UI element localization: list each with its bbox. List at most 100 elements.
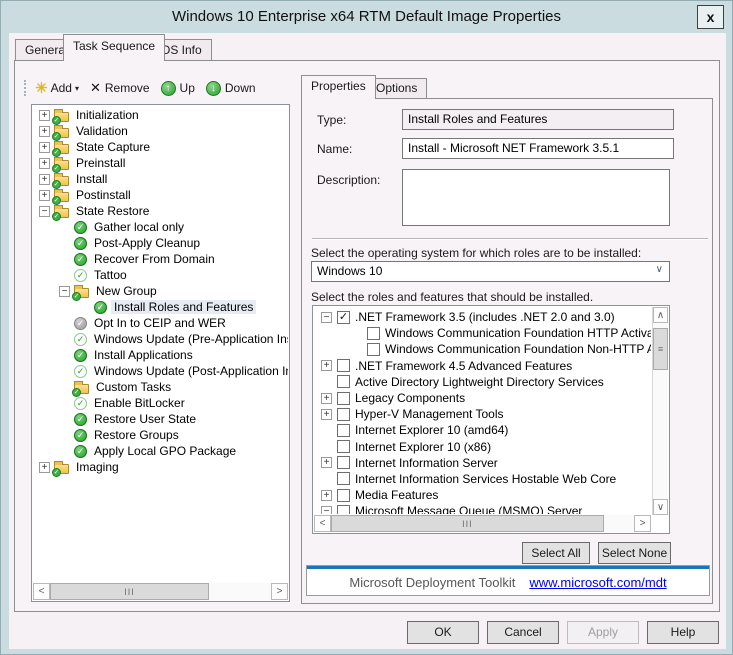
roles-list-item[interactable]: Windows Communication Foundation HTTP Ac… [314,325,651,341]
roles-list-item[interactable]: −✓.NET Framework 3.5 (includes .NET 2.0 … [314,309,651,325]
roles-vscroll-thumb[interactable]: ≡ [653,328,668,370]
checkbox-unchecked[interactable] [337,424,350,437]
select-none-button[interactable]: Select None [598,542,671,564]
checkbox-unchecked[interactable] [337,456,350,469]
tree-item[interactable]: ✓Windows Update (Pre-Application Install… [33,331,288,347]
down-button[interactable]: ↓ Down [206,81,256,96]
checkbox-unchecked[interactable] [337,440,350,453]
section-divider [312,238,708,240]
tree-item[interactable]: ✓Gather local only [33,219,288,235]
tree-item[interactable]: +✓Initialization [33,107,288,123]
roles-scroll-thumb[interactable]: III [331,515,604,532]
checkbox-checked[interactable]: ✓ [337,311,350,324]
tree-item[interactable]: ✓Tattoo [33,267,288,283]
roles-list-item[interactable]: +.NET Framework 4.5 Advanced Features [314,358,651,374]
checkbox-unchecked[interactable] [337,359,350,372]
tree-toolbar: ✳ Add ▾ ✕ Remove ↑ Up ↓ Down [24,75,296,101]
roles-list-item[interactable]: Internet Information Services Hostable W… [314,471,651,487]
expand-icon[interactable]: + [321,360,332,371]
remove-button[interactable]: ✕ Remove [90,80,150,96]
tree-item[interactable]: ✓Install Applications [33,347,288,363]
expand-icon[interactable]: + [39,110,50,121]
checkbox-unchecked[interactable] [337,505,350,514]
roles-list-item[interactable]: Internet Explorer 10 (x86) [314,439,651,455]
select-all-button[interactable]: Select All [522,542,590,564]
tree-item-label: Gather local only [91,220,187,234]
name-field[interactable]: Install - Microsoft NET Framework 3.5.1 [402,138,674,159]
help-button[interactable]: Help [647,621,719,644]
scroll-down-icon[interactable]: ∨ [653,499,668,515]
tree-item[interactable]: ✓Recover From Domain [33,251,288,267]
checkbox-unchecked[interactable] [337,408,350,421]
expand-icon[interactable]: + [321,490,332,501]
tree-item[interactable]: ✓Windows Update (Post-Application Instal… [33,363,288,379]
tree-item[interactable]: −✓State Restore [33,203,288,219]
tree-item[interactable]: ✓Enable BitLocker [33,395,288,411]
collapse-icon[interactable]: − [321,506,332,514]
tree-item[interactable]: +✓Validation [33,123,288,139]
roles-scroll-track[interactable]: III [331,515,634,532]
tab-task-sequence[interactable]: Task Sequence [63,34,165,61]
tree-scroll-thumb[interactable]: III [50,583,209,600]
tree-item[interactable]: +✓Postinstall [33,187,288,203]
tree-item[interactable]: ✓Restore Groups [33,427,288,443]
roles-list-item[interactable]: +Internet Information Server [314,455,651,471]
mdt-link[interactable]: www.microsoft.com/mdt [529,575,666,590]
os-select-dropdown[interactable]: Windows 10 ∨ [311,261,670,282]
scroll-left-icon[interactable]: < [33,583,50,600]
tree-item[interactable]: ✓Restore User State [33,411,288,427]
collapse-icon[interactable]: − [59,286,70,297]
cancel-button[interactable]: Cancel [487,621,559,644]
scroll-right-icon[interactable]: > [634,515,651,532]
scroll-up-icon[interactable]: ∧ [653,307,668,323]
tree-item[interactable]: ✓Post-Apply Cleanup [33,235,288,251]
expand-icon[interactable]: + [39,158,50,169]
roles-list-item[interactable]: +Legacy Components [314,390,651,406]
roles-list-item[interactable]: +Hyper-V Management Tools [314,406,651,422]
tree-item[interactable]: ✓Custom Tasks [33,379,288,395]
tree-item[interactable]: +✓Imaging [33,459,288,475]
expand-icon[interactable]: + [321,457,332,468]
tree-horizontal-scrollbar[interactable]: < III > [33,583,288,600]
tree-item[interactable]: ✓Install Roles and Features [33,299,288,315]
collapse-icon[interactable]: − [321,312,332,323]
scroll-left-icon[interactable]: < [314,515,331,532]
add-button[interactable]: ✳ Add ▾ [35,79,79,97]
expand-icon[interactable]: + [39,142,50,153]
roles-list-item[interactable]: Internet Explorer 10 (amd64) [314,422,651,438]
checkbox-unchecked[interactable] [337,472,350,485]
checkbox-unchecked[interactable] [337,489,350,502]
roles-list-item[interactable]: Active Directory Lightweight Directory S… [314,374,651,390]
type-field: Install Roles and Features [402,109,674,130]
description-field[interactable] [402,169,670,226]
expand-icon[interactable]: + [321,409,332,420]
add-dropdown-icon[interactable]: ▾ [75,84,79,93]
tab-properties[interactable]: Properties [301,75,376,99]
scroll-right-icon[interactable]: > [271,583,288,600]
up-button[interactable]: ↑ Up [161,81,195,96]
tree-item[interactable]: +✓State Capture [33,139,288,155]
roles-list-item[interactable]: Windows Communication Foundation Non-HTT… [314,341,651,357]
ok-button[interactable]: OK [407,621,479,644]
tree-item[interactable]: +✓Install [33,171,288,187]
tree-item[interactable]: +✓Preinstall [33,155,288,171]
roles-vertical-scrollbar[interactable]: ∧ ≡ ∨ [652,307,668,515]
checkbox-unchecked[interactable] [367,343,380,356]
roles-list-item[interactable]: −Microsoft Message Queue (MSMQ) Server [314,503,651,514]
checkbox-unchecked[interactable] [337,392,350,405]
roles-list-item[interactable]: +Media Features [314,487,651,503]
roles-horizontal-scrollbar[interactable]: < III > [314,515,651,532]
tree-scroll-track[interactable]: III [50,583,271,600]
collapse-icon[interactable]: − [39,206,50,217]
tree-item[interactable]: ✓Opt In to CEIP and WER [33,315,288,331]
expand-icon[interactable]: + [39,126,50,137]
tree-item[interactable]: −✓New Group [33,283,288,299]
expand-icon[interactable]: + [39,190,50,201]
expand-icon[interactable]: + [39,174,50,185]
expand-icon[interactable]: + [321,393,332,404]
close-button[interactable]: x [697,5,724,29]
expand-icon[interactable]: + [39,462,50,473]
checkbox-unchecked[interactable] [337,375,350,388]
tree-item[interactable]: ✓Apply Local GPO Package [33,443,288,459]
checkbox-unchecked[interactable] [367,327,380,340]
